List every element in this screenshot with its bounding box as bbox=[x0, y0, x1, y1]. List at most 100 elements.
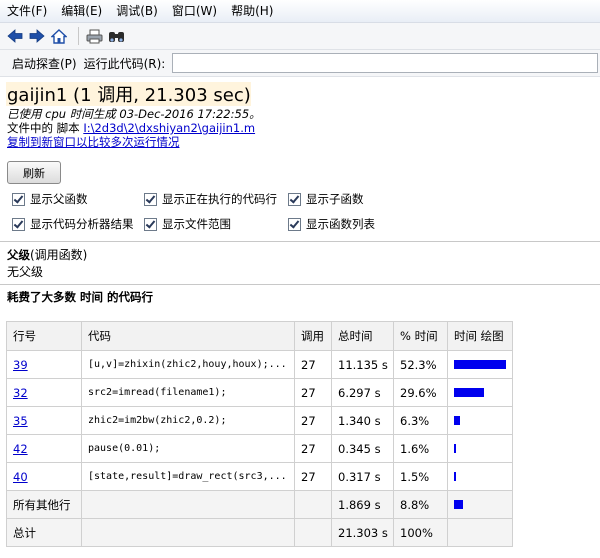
table-row: 42 pause(0.01); 27 0.345 s 1.6% bbox=[6, 434, 513, 463]
run-code-label: 运行此代码(R): bbox=[83, 56, 166, 71]
checkbox-checked-icon[interactable] bbox=[288, 217, 301, 231]
line-number-cell: 32 bbox=[6, 378, 82, 407]
parents-value: 无父级 bbox=[7, 265, 44, 279]
find-button[interactable] bbox=[107, 27, 125, 45]
table-row: 所有其他行 1.869 s 8.8% bbox=[6, 490, 513, 519]
calls-cell: 27 bbox=[294, 462, 332, 491]
code-cell: [u,v]=zhixin(zhic2,houy,houx);... bbox=[81, 350, 295, 379]
calls-cell bbox=[294, 490, 332, 519]
page-title: gaijin1 (1 调用, 21.303 sec) bbox=[7, 85, 251, 106]
back-arrow-icon bbox=[7, 29, 23, 43]
toolbar bbox=[0, 23, 600, 50]
calls-cell: 27 bbox=[294, 350, 332, 379]
time-plot-cell bbox=[447, 434, 513, 463]
option-show-file-coverage[interactable]: 显示文件范围 bbox=[144, 216, 231, 232]
menu-bar: 文件(F) 编辑(E) 调试(B) 窗口(W) 帮助(H) bbox=[0, 0, 600, 23]
script-info: 文件中的 脚本 I:\2d3d\2\dxshiyan2\gaijin1.m bbox=[7, 121, 593, 135]
divider bbox=[0, 241, 600, 242]
start-profiling-button[interactable]: 启动探查(P) bbox=[12, 55, 77, 72]
refresh-button[interactable]: 刷新 bbox=[7, 161, 61, 184]
checkbox-checked-icon[interactable] bbox=[144, 217, 157, 231]
option-show-code-analyzer[interactable]: 显示代码分析器结果 bbox=[12, 216, 134, 232]
col-line-number: 行号 bbox=[6, 321, 82, 351]
calls-cell: 27 bbox=[294, 406, 332, 435]
time-plot-cell bbox=[447, 490, 513, 519]
table-header-row: 行号 代码 调用 总时间 % 时间 时间 绘图 bbox=[6, 321, 513, 351]
col-time-plot: 时间 绘图 bbox=[447, 321, 513, 351]
checkbox-checked-icon[interactable] bbox=[12, 217, 25, 231]
menu-edit[interactable]: 编辑(E) bbox=[54, 0, 109, 22]
busy-lines-title: 耗费了大多数 时间 的代码行 bbox=[7, 290, 154, 304]
line-number-link[interactable]: 42 bbox=[13, 442, 28, 456]
total-time-cell: 11.135 s bbox=[331, 350, 394, 379]
time-bar bbox=[454, 444, 456, 453]
table-row: 32 src2=imread(filename1); 27 6.297 s 29.6% bbox=[6, 378, 513, 407]
menu-debug[interactable]: 调试(B) bbox=[109, 0, 165, 22]
code-cell: zhic2=im2bw(zhic2,0.2); bbox=[81, 406, 295, 435]
printer-icon bbox=[86, 29, 102, 43]
address-bar: 启动探查(P) 运行此代码(R): bbox=[0, 50, 600, 77]
col-total-time: 总时间 bbox=[331, 321, 394, 351]
time-plot-cell bbox=[447, 378, 513, 407]
option-show-function-listing[interactable]: 显示函数列表 bbox=[288, 216, 375, 232]
checkbox-checked-icon[interactable] bbox=[144, 192, 157, 206]
line-number-cell: 40 bbox=[6, 462, 82, 491]
time-plot-cell bbox=[447, 406, 513, 435]
line-number-cell: 42 bbox=[6, 434, 82, 463]
forward-button[interactable] bbox=[28, 27, 46, 45]
parents-section: 父级(调用函数) 无父级 bbox=[7, 246, 593, 280]
busy-lines-table: 行号 代码 调用 总时间 % 时间 时间 绘图 39 [u,v]=zhixin(z… bbox=[6, 321, 513, 547]
total-time-cell: 0.345 s bbox=[331, 434, 394, 463]
generated-info: 已使用 cpu 时间生成 03-Dec-2016 17:22:55。 bbox=[7, 107, 261, 121]
table-row: 总计 21.303 s 100% bbox=[6, 518, 513, 547]
parents-title-suffix: (调用函数) bbox=[30, 248, 88, 262]
code-cell: pause(0.01); bbox=[81, 434, 295, 463]
time-bar bbox=[454, 500, 463, 509]
line-number-link[interactable]: 40 bbox=[13, 470, 28, 484]
home-button[interactable] bbox=[50, 27, 68, 45]
percent-time-cell: 52.3% bbox=[393, 350, 448, 379]
run-code-input[interactable] bbox=[172, 53, 598, 73]
line-number-link[interactable]: 39 bbox=[13, 358, 28, 372]
percent-time-cell: 29.6% bbox=[393, 378, 448, 407]
line-number-link[interactable]: 35 bbox=[13, 414, 28, 428]
total-time-cell: 6.297 s bbox=[331, 378, 394, 407]
code-cell bbox=[81, 490, 295, 519]
script-path-link[interactable]: I:\2d3d\2\dxshiyan2\gaijin1.m bbox=[83, 121, 255, 135]
time-bar bbox=[454, 360, 506, 369]
total-time-cell: 1.869 s bbox=[331, 490, 394, 519]
col-code: 代码 bbox=[81, 321, 295, 351]
menu-help[interactable]: 帮助(H) bbox=[224, 0, 280, 22]
percent-time-cell: 8.8% bbox=[393, 490, 448, 519]
time-bar bbox=[454, 388, 484, 397]
print-button[interactable] bbox=[85, 27, 103, 45]
title-band: gaijin1 (1 调用, 21.303 sec) bbox=[6, 82, 251, 106]
calls-cell: 27 bbox=[294, 434, 332, 463]
toolbar-separator bbox=[78, 27, 79, 45]
checkbox-checked-icon[interactable] bbox=[12, 192, 25, 206]
table-row: 40 [state,result]=draw_rect(src3,... 27 0.3… bbox=[6, 462, 513, 491]
percent-time-cell: 1.6% bbox=[393, 434, 448, 463]
menu-file[interactable]: 文件(F) bbox=[0, 0, 54, 22]
option-show-children[interactable]: 显示子函数 bbox=[288, 191, 364, 207]
script-prefix: 文件中的 脚本 bbox=[7, 121, 84, 135]
time-bar bbox=[454, 472, 456, 481]
time-plot-cell bbox=[447, 350, 513, 379]
calls-cell bbox=[294, 518, 332, 547]
time-plot-cell bbox=[447, 462, 513, 491]
option-show-parents[interactable]: 显示父函数 bbox=[12, 191, 88, 207]
time-bar bbox=[454, 416, 460, 425]
parents-title: 父级 bbox=[7, 248, 30, 262]
back-button[interactable] bbox=[6, 27, 24, 45]
col-percent-time: % 时间 bbox=[393, 321, 448, 351]
line-number-link[interactable]: 32 bbox=[13, 386, 28, 400]
menu-window[interactable]: 窗口(W) bbox=[165, 0, 224, 22]
option-show-busy-lines[interactable]: 显示正在执行的代码行 bbox=[144, 191, 277, 207]
home-icon bbox=[51, 28, 67, 44]
calls-cell: 27 bbox=[294, 378, 332, 407]
checkbox-checked-icon[interactable] bbox=[288, 192, 301, 206]
table-row: 39 [u,v]=zhixin(zhic2,houy,houx);... 27 11.… bbox=[6, 350, 513, 379]
copy-to-new-window-link[interactable]: 复制到新窗口以比较多次运行情况 bbox=[7, 135, 180, 149]
line-number-cell: 39 bbox=[6, 350, 82, 379]
line-number-cell: 所有其他行 bbox=[6, 490, 82, 519]
